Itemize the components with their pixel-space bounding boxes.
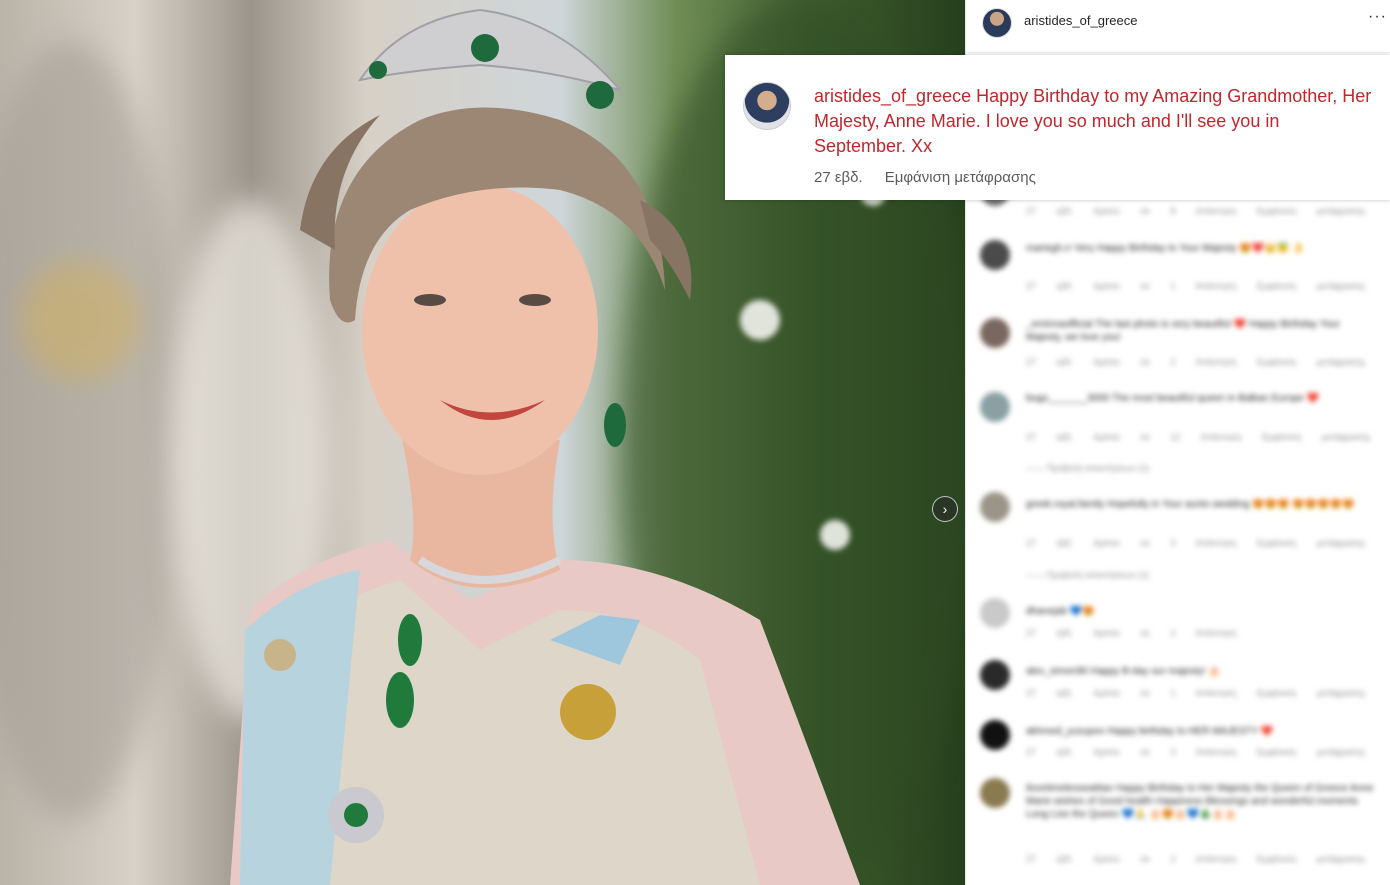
caption: aristides_of_greece Happy Birthday to my… bbox=[814, 84, 1374, 159]
view-replies-link[interactable]: —— Προβολή απαντήσεων (1) bbox=[1026, 463, 1149, 473]
carousel-next-button[interactable]: › bbox=[932, 496, 958, 522]
caption-card: aristides_of_greece Happy Birthday to my… bbox=[725, 55, 1390, 200]
post-time[interactable]: 27 εβδ. bbox=[814, 169, 863, 186]
caption-meta: 27 εβδ. Εμφάνιση μετάφρασης bbox=[814, 169, 1036, 186]
avatar[interactable] bbox=[980, 778, 1010, 808]
more-horizontal-icon[interactable]: ··· bbox=[1368, 8, 1387, 26]
comment-text: _eminnaofficial The last photo is very b… bbox=[1026, 319, 1340, 343]
comment-meta: 27 εβδ. Αρέσει σε 2 Απάντηση Εμφάνιση με… bbox=[1026, 854, 1366, 864]
comment-meta: 27 εβδ. Αρέσει σε 1 Απάντηση Εμφάνιση με… bbox=[1026, 688, 1366, 698]
comment-text: akhmed_yusupov Happy birthday to HER MAJ… bbox=[1026, 726, 1274, 737]
comment-text: bogo_______3000 The most beautiful queen… bbox=[1026, 393, 1320, 404]
comment-text: dhanejab 💙😍 bbox=[1026, 606, 1095, 617]
avatar[interactable] bbox=[980, 392, 1010, 422]
avatar[interactable] bbox=[980, 598, 1010, 628]
comment-text: ilovetimelesseattian Happy Birthday to H… bbox=[1026, 783, 1374, 820]
comment-meta: 27 εβδ. Αρέσει σε 1 Απάντηση Εμφάνιση με… bbox=[1026, 281, 1366, 291]
comment-text: alex_simon90 Happy B-day our majesty! 🎂 bbox=[1026, 666, 1221, 677]
chevron-right-icon: › bbox=[942, 501, 948, 517]
see-translation-link[interactable]: Εμφάνιση μετάφρασης bbox=[885, 169, 1036, 186]
comments-list: 27 εβδ. Αρέσει σε 8 Απάντηση Εμφάνιση με… bbox=[966, 176, 1390, 885]
comment-meta: 27 εβδ. Αρέσει σε 8 Απάντηση Εμφάνιση με… bbox=[1026, 206, 1366, 216]
caption-username[interactable]: aristides_of_greece bbox=[814, 86, 971, 106]
header-username[interactable]: aristides_of_greece bbox=[1024, 13, 1137, 28]
comment-text: mariegh.rr Very Happy Birthday to Your M… bbox=[1026, 243, 1305, 254]
avatar[interactable] bbox=[982, 8, 1012, 38]
avatar[interactable] bbox=[980, 318, 1010, 348]
avatar[interactable] bbox=[980, 492, 1010, 522]
avatar[interactable] bbox=[980, 240, 1010, 270]
view-replies-link[interactable]: —— Προβολή απαντήσεων (1) bbox=[1026, 570, 1149, 580]
comment-text: greek.royal.family Hopefully in Your aun… bbox=[1026, 499, 1355, 510]
post-header: aristides_of_greece ··· bbox=[966, 0, 1390, 53]
comment-meta: 27 εβδ. Αρέσει σε 3 Απάντηση Εμφάνιση με… bbox=[1026, 538, 1366, 548]
avatar[interactable] bbox=[743, 82, 791, 130]
comment-meta: 27 εβδ. Αρέσει σε 12 Απάντηση Εμφάνιση μ… bbox=[1026, 432, 1371, 442]
comment-meta: 27 εβδ. Αρέσει σε 2 Απάντηση bbox=[1026, 628, 1237, 638]
comment-meta: 27 εβδ. Αρέσει σε 2 Απάντηση Εμφάνιση με… bbox=[1026, 357, 1366, 367]
comment-meta: 27 εβδ. Αρέσει σε 3 Απάντηση Εμφάνιση με… bbox=[1026, 747, 1366, 757]
avatar[interactable] bbox=[980, 660, 1010, 690]
avatar[interactable] bbox=[980, 720, 1010, 750]
